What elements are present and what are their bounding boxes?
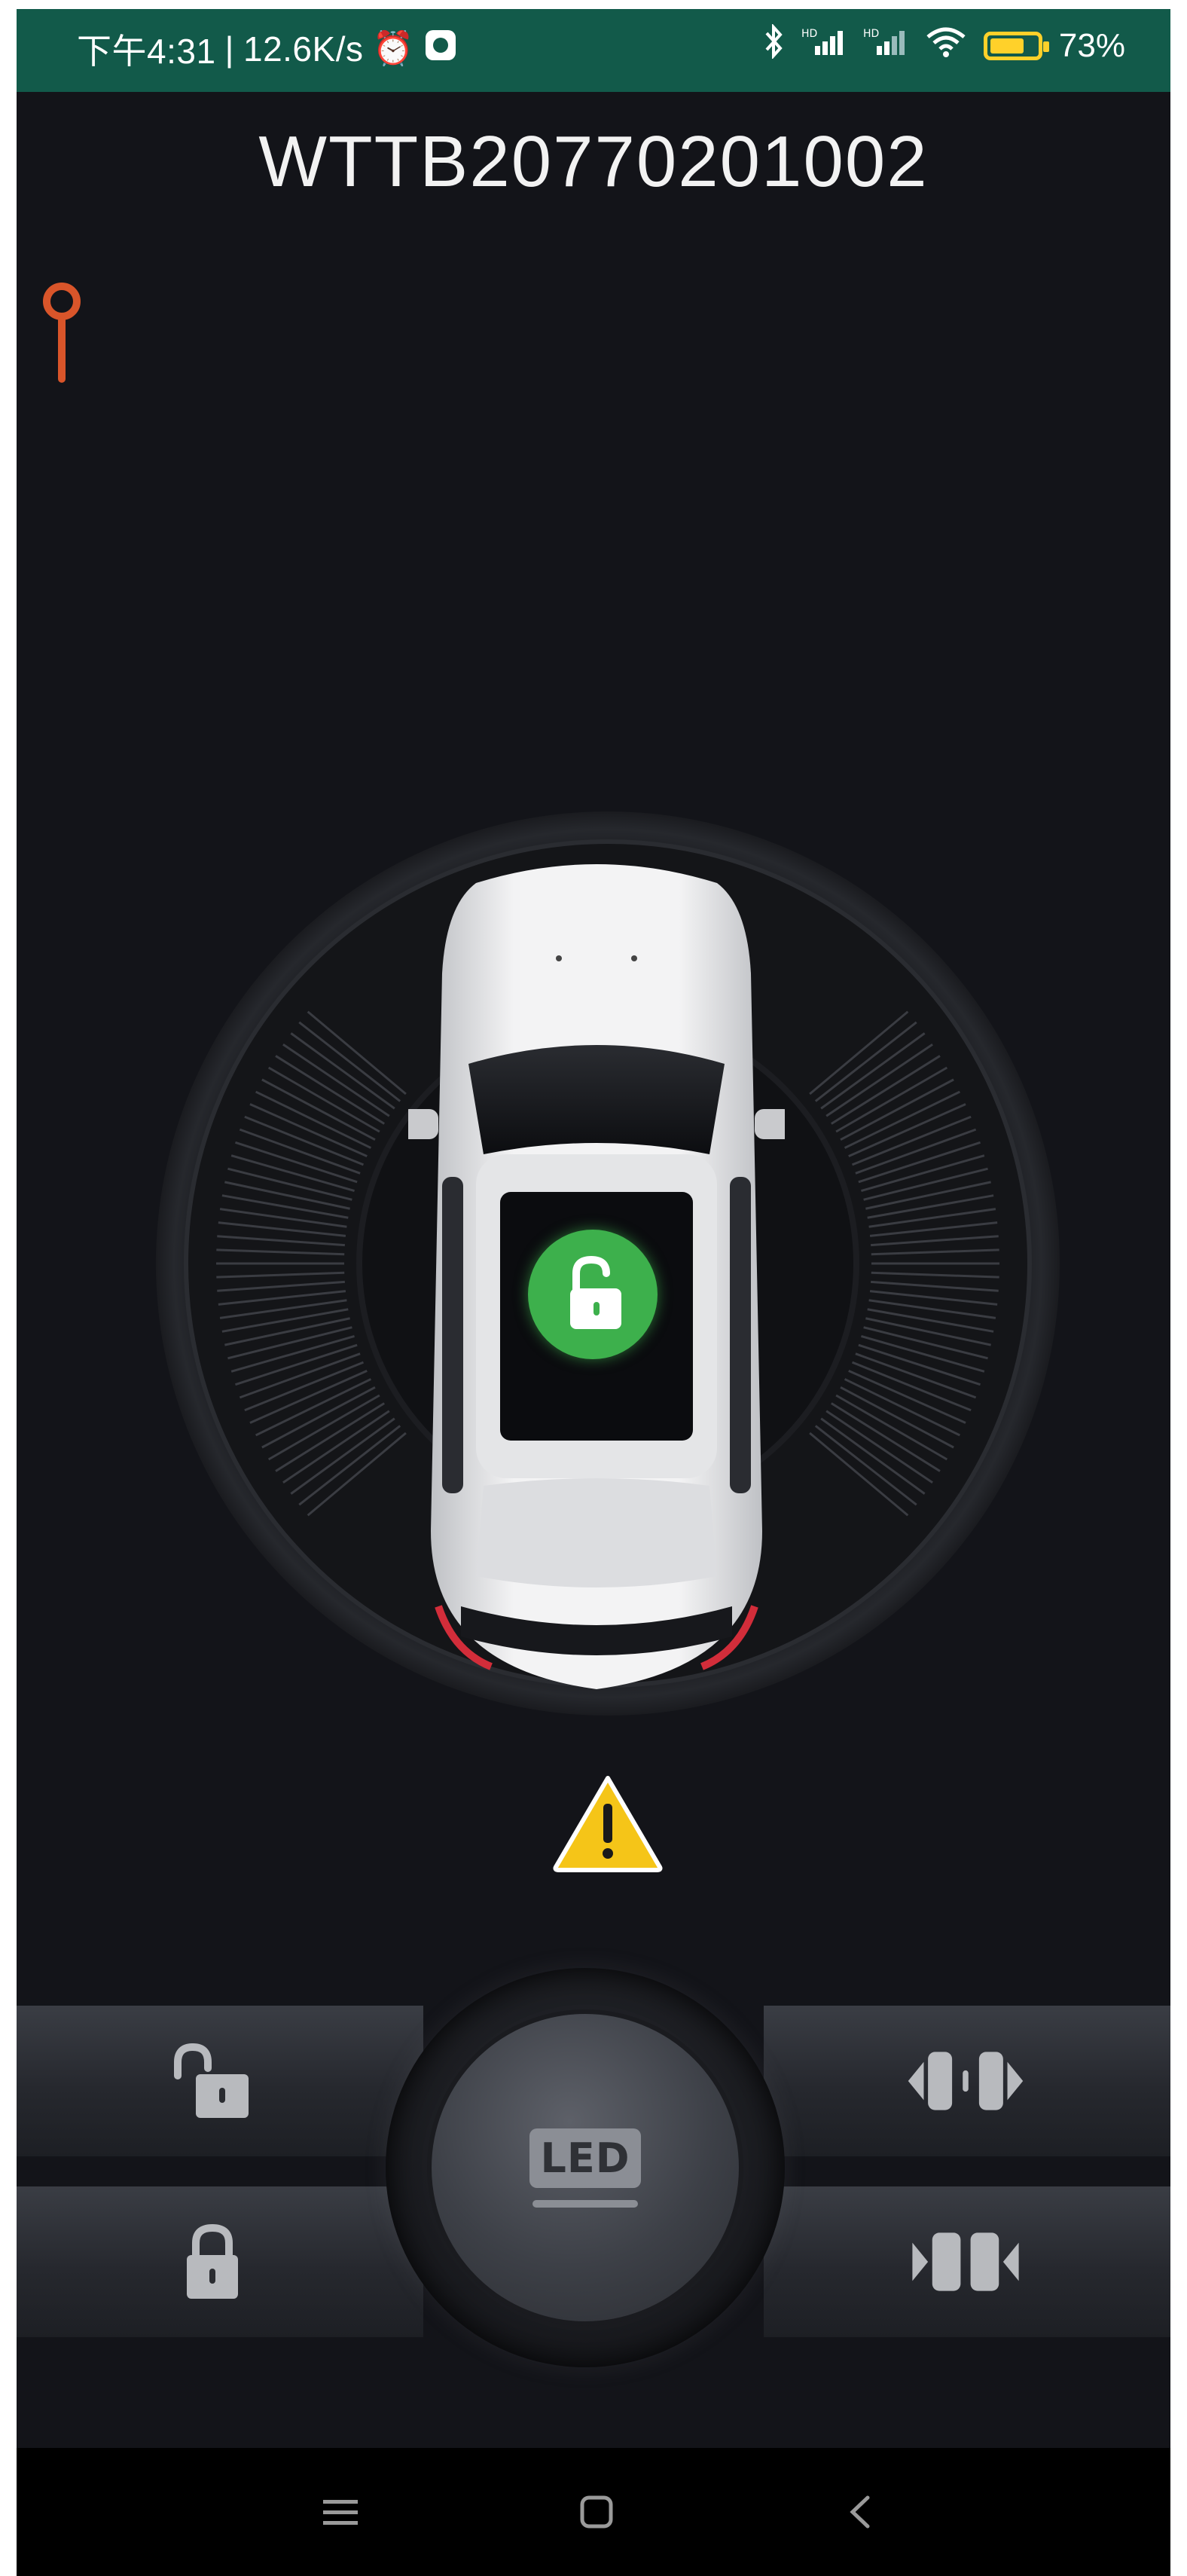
alarm-clock-icon: ⏰ bbox=[372, 30, 414, 67]
unlock-icon bbox=[174, 2043, 249, 2118]
svg-text:HD: HD bbox=[863, 28, 879, 40]
status-right: HD HD 73% bbox=[764, 23, 1125, 67]
lock-button[interactable] bbox=[152, 2202, 273, 2322]
svg-text:HD: HD bbox=[801, 28, 817, 40]
status-separator: | bbox=[224, 29, 234, 69]
location-pin-icon[interactable] bbox=[38, 280, 86, 393]
home-icon[interactable] bbox=[559, 2478, 634, 2546]
status-time: 下午4:31 bbox=[77, 32, 216, 71]
led-button[interactable]: LED bbox=[427, 2009, 743, 2326]
battery-percent: 73% bbox=[1058, 26, 1125, 64]
open-door-icon bbox=[908, 2052, 1024, 2110]
unlock-button[interactable] bbox=[152, 2021, 273, 2141]
back-icon[interactable] bbox=[822, 2478, 898, 2546]
led-underline bbox=[532, 2199, 638, 2208]
signal-hd-icon: HD bbox=[863, 26, 908, 65]
app-notification-icon bbox=[423, 28, 458, 71]
remote-controls: LED bbox=[17, 1938, 1170, 2405]
led-label: LED bbox=[529, 2128, 641, 2188]
vehicle-id-title: WTTB20770201002 bbox=[258, 121, 929, 202]
unlock-icon bbox=[570, 1255, 621, 1329]
warning-icon[interactable] bbox=[551, 1772, 664, 1875]
battery-icon bbox=[983, 31, 1049, 60]
status-bar: 下午4:31 | 12.6K/s ⏰ HD HD 73% bbox=[17, 9, 1170, 92]
lock-icon bbox=[187, 2223, 238, 2299]
lock-status-badge[interactable] bbox=[528, 1230, 658, 1359]
close-door-button[interactable] bbox=[905, 2202, 1026, 2322]
bluetooth-icon bbox=[764, 23, 785, 67]
app-screen: 下午4:31 | 12.6K/s ⏰ HD HD 73% WTTB2077020… bbox=[17, 9, 1170, 2576]
system-nav-bar bbox=[17, 2448, 1170, 2576]
status-left: 下午4:31 | 12.6K/s ⏰ bbox=[77, 24, 458, 74]
close-door-icon bbox=[912, 2232, 1019, 2291]
menu-icon[interactable] bbox=[303, 2478, 378, 2546]
open-door-button[interactable] bbox=[905, 2021, 1026, 2141]
signal-hd-icon: HD bbox=[801, 26, 847, 65]
wifi-icon bbox=[925, 25, 967, 66]
status-net-speed: 12.6K/s bbox=[243, 29, 364, 69]
